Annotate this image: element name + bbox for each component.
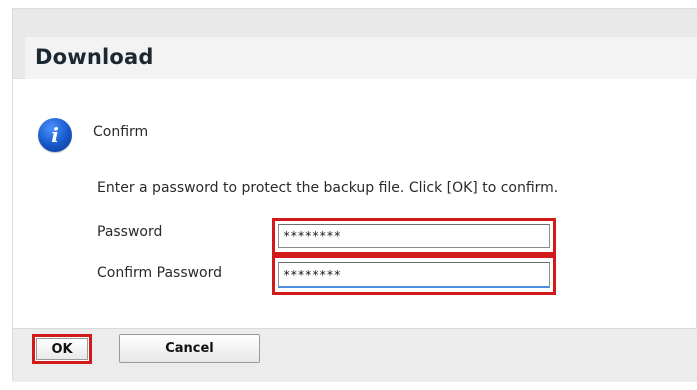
password-input[interactable] — [278, 224, 550, 248]
info-icon: i — [38, 118, 72, 152]
password-highlight — [272, 218, 556, 255]
message-title: Confirm — [93, 124, 149, 140]
confirm-password-label: Confirm Password — [97, 265, 223, 281]
ok-button-highlight: OK — [32, 334, 92, 364]
dialog-footer — [13, 328, 697, 382]
cancel-button[interactable]: Cancel — [119, 334, 260, 363]
page-frame: Download i Confirm Enter a password to p… — [0, 0, 697, 390]
top-strip — [0, 0, 697, 8]
password-label: Password — [97, 224, 163, 240]
confirm-password-highlight — [272, 255, 556, 295]
instruction-text: Enter a password to protect the backup f… — [97, 180, 559, 196]
dialog-title: Download — [35, 45, 154, 69]
ok-button[interactable]: OK — [36, 338, 88, 360]
confirm-password-input[interactable] — [278, 262, 550, 288]
